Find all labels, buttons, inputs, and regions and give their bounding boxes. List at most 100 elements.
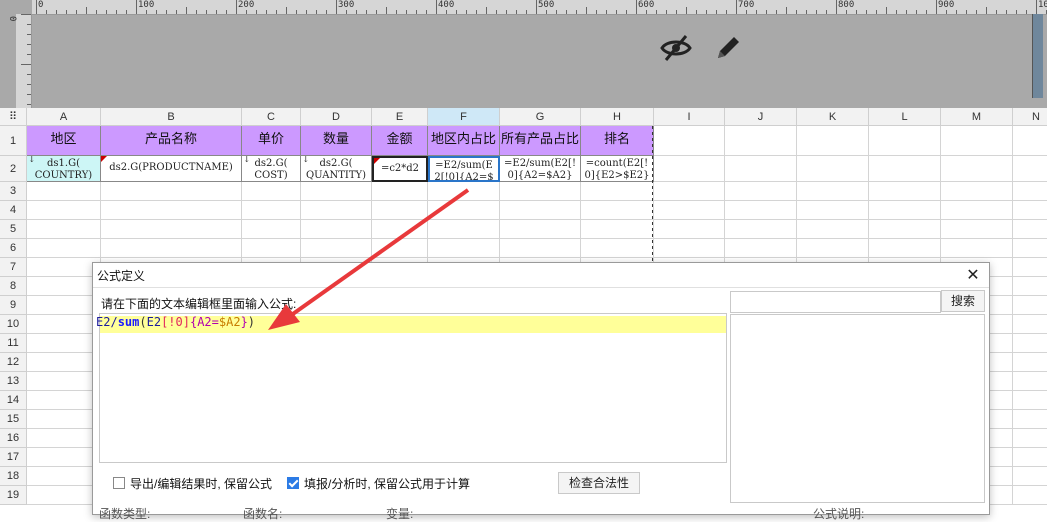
grid-cell[interactable] (372, 182, 428, 201)
grid-cell[interactable] (941, 201, 1013, 220)
grid-cell[interactable] (941, 156, 1013, 182)
grid-cell[interactable] (27, 182, 101, 201)
grid-cell[interactable] (941, 126, 1013, 156)
grid-cell[interactable] (581, 220, 654, 239)
grid-cell[interactable] (372, 239, 428, 258)
grid-cell[interactable] (654, 239, 725, 258)
grid-cell[interactable] (27, 201, 101, 220)
grid-cell[interactable] (654, 220, 725, 239)
grid-cell[interactable] (581, 201, 654, 220)
row-header[interactable]: 9 (0, 296, 27, 315)
grid-cell[interactable] (1013, 391, 1047, 410)
grid-cell[interactable] (654, 182, 725, 201)
grid-cell[interactable] (1013, 467, 1047, 486)
grid-cell[interactable] (1013, 239, 1047, 258)
header-cell[interactable]: 地区 (27, 126, 101, 156)
column-header[interactable]: L (869, 108, 941, 126)
formula-cell[interactable]: =count(E2[! 0]{E2>$E2} (581, 156, 654, 182)
keep-formula-export-checkbox[interactable] (113, 477, 125, 489)
column-header[interactable]: A (27, 108, 101, 126)
grid-cell[interactable] (27, 391, 101, 410)
grid-cell[interactable] (301, 239, 372, 258)
grid-cell[interactable] (27, 353, 101, 372)
grid-cell[interactable] (27, 334, 101, 353)
check-validity-button[interactable]: 检查合法性 (558, 472, 640, 494)
grid-cell[interactable] (1013, 410, 1047, 429)
row-header[interactable]: 12 (0, 353, 27, 372)
grid-cell[interactable] (654, 126, 725, 156)
keep-formula-fill-checkbox[interactable] (287, 477, 299, 489)
grid-cell[interactable] (1013, 353, 1047, 372)
grid-cell[interactable] (301, 182, 372, 201)
formula-cell[interactable]: ds2.G(QUANTITY) ↓ (301, 156, 372, 182)
grid-cell[interactable] (1013, 334, 1047, 353)
grid-cell[interactable] (101, 182, 242, 201)
grid-cell[interactable] (500, 182, 581, 201)
column-header[interactable]: N (1013, 108, 1047, 126)
formula-cell[interactable]: =E2/sum(E 2[!0]{A2=$ (428, 156, 500, 182)
grid-cell[interactable] (1013, 277, 1047, 296)
column-header[interactable]: F (428, 108, 500, 126)
select-all-corner[interactable]: ⠿ (0, 108, 27, 126)
header-cell[interactable]: 排名 (581, 126, 654, 156)
row-header[interactable]: 14 (0, 391, 27, 410)
grid-cell[interactable] (242, 201, 301, 220)
row-header[interactable]: 16 (0, 429, 27, 448)
grid-cell[interactable] (725, 156, 797, 182)
grid-cell[interactable] (654, 156, 725, 182)
grid-cell[interactable] (725, 201, 797, 220)
grid-cell[interactable] (797, 182, 869, 201)
grid-cell[interactable] (101, 220, 242, 239)
grid-cell[interactable] (941, 239, 1013, 258)
row-header[interactable]: 8 (0, 277, 27, 296)
grid-cell[interactable] (1013, 156, 1047, 182)
grid-cell[interactable] (27, 467, 101, 486)
grid-cell[interactable] (1013, 201, 1047, 220)
grid-cell[interactable] (372, 201, 428, 220)
row-header[interactable]: 2 (0, 156, 27, 182)
function-search-input[interactable] (730, 291, 941, 313)
grid-cell[interactable] (27, 296, 101, 315)
grid-cell[interactable] (27, 315, 101, 334)
grid-cell[interactable] (941, 220, 1013, 239)
grid-cell[interactable] (101, 239, 242, 258)
close-icon[interactable]: ✕ (963, 265, 983, 285)
grid-cell[interactable] (797, 201, 869, 220)
grid-cell[interactable] (725, 220, 797, 239)
grid-cell[interactable] (797, 126, 869, 156)
formula-cell[interactable]: =E2/sum(E2[! 0]{A2=$A2} (500, 156, 581, 182)
row-header[interactable]: 17 (0, 448, 27, 467)
grid-cell[interactable] (27, 258, 101, 277)
column-header[interactable]: D (301, 108, 372, 126)
row-header[interactable]: 19 (0, 486, 27, 505)
grid-cell[interactable] (1013, 372, 1047, 391)
grid-cell[interactable] (27, 486, 101, 505)
grid-cell[interactable] (27, 372, 101, 391)
grid-cell[interactable] (941, 182, 1013, 201)
column-header[interactable]: M (941, 108, 1013, 126)
grid-cell[interactable] (101, 201, 242, 220)
row-header[interactable]: 7 (0, 258, 27, 277)
grid-cell[interactable] (27, 410, 101, 429)
grid-cell[interactable] (869, 220, 941, 239)
header-cell[interactable]: 地区内占比 (428, 126, 500, 156)
grid-cell[interactable] (654, 201, 725, 220)
grid-cell[interactable] (725, 126, 797, 156)
row-header[interactable]: 10 (0, 315, 27, 334)
grid-cell[interactable] (428, 220, 500, 239)
grid-cell[interactable] (797, 220, 869, 239)
grid-cell[interactable] (500, 239, 581, 258)
column-header[interactable]: C (242, 108, 301, 126)
grid-cell[interactable] (428, 201, 500, 220)
row-header[interactable]: 18 (0, 467, 27, 486)
grid-cell[interactable] (372, 220, 428, 239)
grid-cell[interactable] (725, 239, 797, 258)
grid-cell[interactable] (500, 201, 581, 220)
column-header[interactable]: I (654, 108, 725, 126)
formula-editor[interactable] (99, 313, 727, 463)
grid-cell[interactable] (869, 156, 941, 182)
grid-cell[interactable] (869, 239, 941, 258)
column-header[interactable]: J (725, 108, 797, 126)
eye-slash-icon[interactable] (658, 30, 694, 66)
formula-cell[interactable]: ds2.G(COST) ↓ (242, 156, 301, 182)
